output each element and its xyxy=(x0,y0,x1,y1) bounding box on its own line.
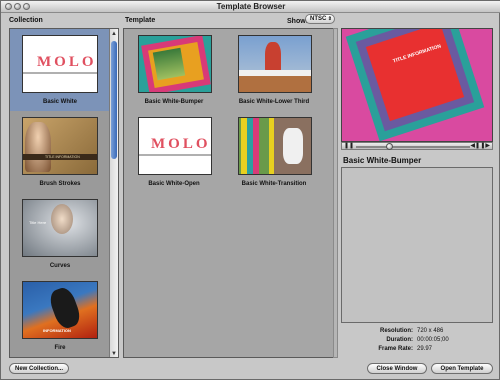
collection-item-basic-white[interactable]: MOLO Basic White xyxy=(10,29,110,111)
template-item-label: Basic White-Lower Third xyxy=(238,99,310,105)
basic-white-lower-third-thumbnail xyxy=(238,35,312,93)
collection-item-brush-strokes[interactable]: TITLE INFORMATION Brush Strokes xyxy=(10,111,110,193)
scroll-down-icon[interactable]: ▼ xyxy=(111,351,117,357)
template-item-basic-white-transition[interactable]: Basic White-Transition xyxy=(224,113,324,193)
basic-white-transition-thumbnail xyxy=(238,117,312,175)
collection-item-label: Fire xyxy=(54,345,66,351)
collection-item-label: Curves xyxy=(49,263,71,269)
template-item-label: Basic White-Open xyxy=(148,181,200,187)
playhead-track[interactable] xyxy=(356,146,470,148)
template-browser-window: Template Browser Collection Template Sho… xyxy=(0,0,500,380)
chevron-updown-icon: ⇕ xyxy=(327,16,332,22)
template-scrollbar[interactable] xyxy=(333,28,338,358)
template-item-label: Basic White-Bumper xyxy=(144,99,204,105)
basic-white-thumbnail: MOLO xyxy=(22,35,98,93)
step-back-icon[interactable]: ◀❚ xyxy=(470,142,480,149)
show-format-value: NTSC xyxy=(310,16,327,22)
window-title: Template Browser xyxy=(216,2,286,11)
template-item-label: Basic White-Transition xyxy=(241,181,307,187)
collection-item-fire[interactable]: INFORMATION Fire xyxy=(10,275,110,357)
title-bar[interactable]: Template Browser xyxy=(1,1,500,13)
collection-heading: Collection xyxy=(9,17,43,24)
collection-list[interactable]: MOLO Basic White TITLE INFORMATION Brush… xyxy=(9,28,119,358)
resolution-value: 720 x 486 xyxy=(417,328,444,334)
preview-template-name: Basic White-Bumper xyxy=(343,156,422,165)
template-description-box xyxy=(341,167,493,323)
collection-scrollbar[interactable]: ▲ ▼ xyxy=(109,29,118,357)
template-item-basic-white-bumper[interactable]: Basic White-Bumper xyxy=(124,31,224,111)
basic-white-bumper-thumbnail xyxy=(138,35,212,93)
template-heading: Template xyxy=(125,17,156,24)
frame-rate-label: Frame Rate: xyxy=(378,346,413,352)
collection-item-label: Brush Strokes xyxy=(39,181,81,187)
collection-item-label: Basic White xyxy=(42,99,77,105)
playhead-knob[interactable] xyxy=(386,143,393,150)
duration-label: Duration: xyxy=(386,337,413,343)
close-window-button[interactable]: Close Window xyxy=(367,363,427,374)
step-forward-icon[interactable]: ❚▶ xyxy=(480,142,490,149)
scrollbar-thumb[interactable] xyxy=(111,41,117,159)
open-template-button[interactable]: Open Template xyxy=(431,363,493,374)
template-item-basic-white-open[interactable]: MOLO Basic White-Open xyxy=(124,113,224,193)
brush-strokes-thumbnail: TITLE INFORMATION xyxy=(22,117,98,175)
template-grid[interactable]: Basic White-Bumper Basic White-Lower Thi… xyxy=(123,28,334,358)
duration-value: 00:00:05;00 xyxy=(417,337,449,343)
frame-rate-value: 29.97 xyxy=(417,346,433,352)
collection-item-curves[interactable]: Title Here Curves xyxy=(10,193,110,275)
template-info: Resolution: 720 x 486 Duration: 00:00:05… xyxy=(341,328,493,355)
basic-white-open-thumbnail: MOLO xyxy=(138,117,212,175)
template-item-basic-white-lower-third[interactable]: Basic White-Lower Third xyxy=(224,31,324,111)
scroll-up-icon[interactable]: ▲ xyxy=(111,31,117,37)
play-pause-icon[interactable]: ❚❚ xyxy=(344,142,354,149)
curves-thumbnail: Title Here xyxy=(22,199,98,257)
fire-thumbnail: INFORMATION xyxy=(22,281,98,339)
resolution-label: Resolution: xyxy=(380,328,413,334)
show-format-select[interactable]: NTSC ⇕ xyxy=(305,14,335,24)
template-preview: TITLE INFORMATION xyxy=(341,28,493,142)
playback-transport[interactable]: ❚❚ ◀❚ ❚▶ xyxy=(341,142,493,150)
new-collection-button[interactable]: New Collection... xyxy=(9,363,69,374)
